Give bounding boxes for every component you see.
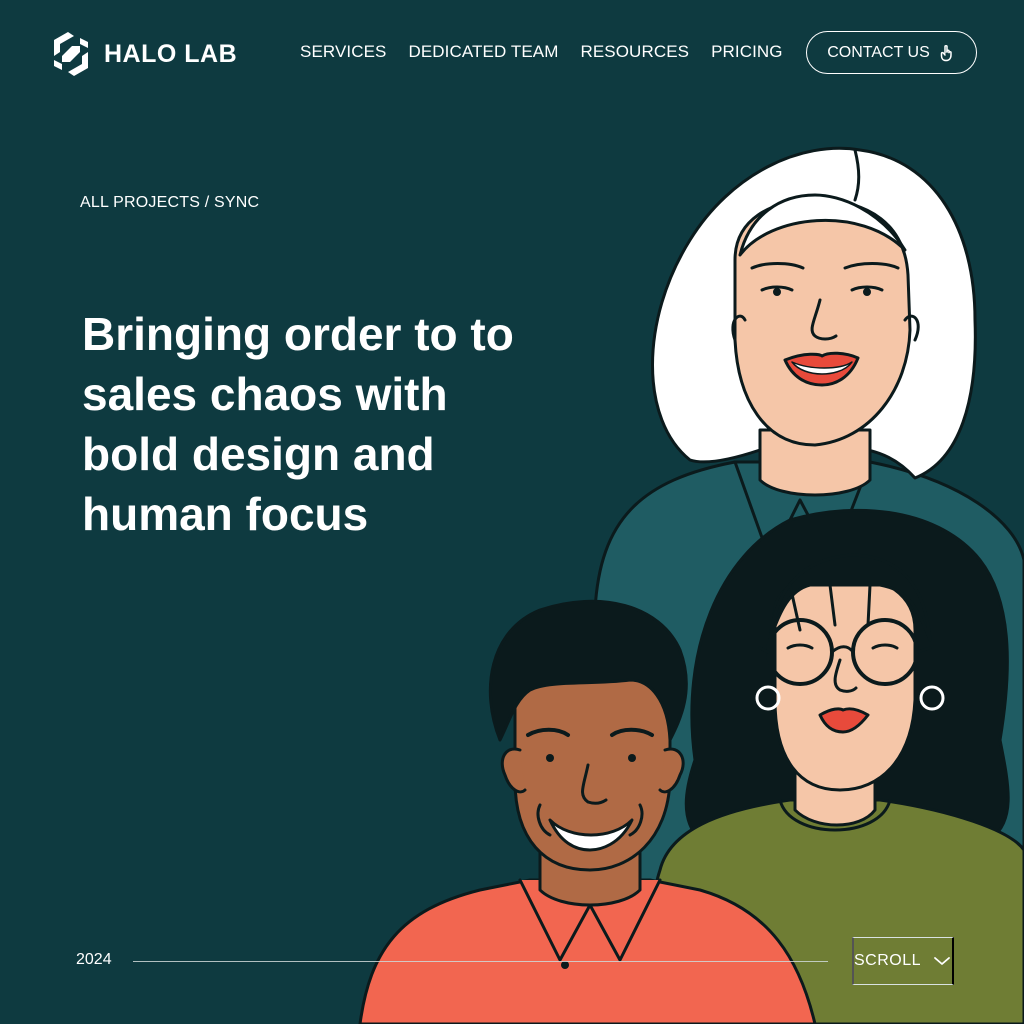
brand-name: HALO LAB bbox=[104, 39, 238, 68]
project-year: 2024 bbox=[76, 951, 112, 968]
brand-logo[interactable]: HALO LAB bbox=[50, 30, 237, 78]
scroll-button[interactable]: SCROLL bbox=[852, 937, 954, 985]
hero-headline: Bringing order to to sales chaos with bo… bbox=[82, 308, 514, 540]
timeline-divider bbox=[133, 961, 828, 962]
nav-item-pricing[interactable]: PRICING bbox=[711, 42, 783, 62]
main-nav: SERVICES DEDICATED TEAM RESOURCES PRICIN… bbox=[300, 42, 783, 62]
contact-us-button[interactable]: CONTACT US bbox=[806, 31, 977, 74]
nav-item-resources[interactable]: RESOURCES bbox=[580, 42, 689, 62]
pointer-hand-icon bbox=[940, 44, 952, 61]
nav-item-dedicated-team[interactable]: DEDICATED TEAM bbox=[408, 42, 558, 62]
breadcrumb[interactable]: ALL PROJECTS / SYNC bbox=[80, 194, 259, 212]
halo-lab-logo-icon bbox=[54, 32, 88, 76]
landing-page: HALO LAB SERVICES DEDICATED TEAM RESOURC… bbox=[0, 0, 1024, 1024]
scroll-label: SCROLL bbox=[854, 952, 922, 969]
chevron-down-icon bbox=[934, 957, 950, 965]
nav-item-services[interactable]: SERVICES bbox=[300, 42, 386, 62]
contact-us-label: CONTACT US bbox=[827, 43, 930, 61]
